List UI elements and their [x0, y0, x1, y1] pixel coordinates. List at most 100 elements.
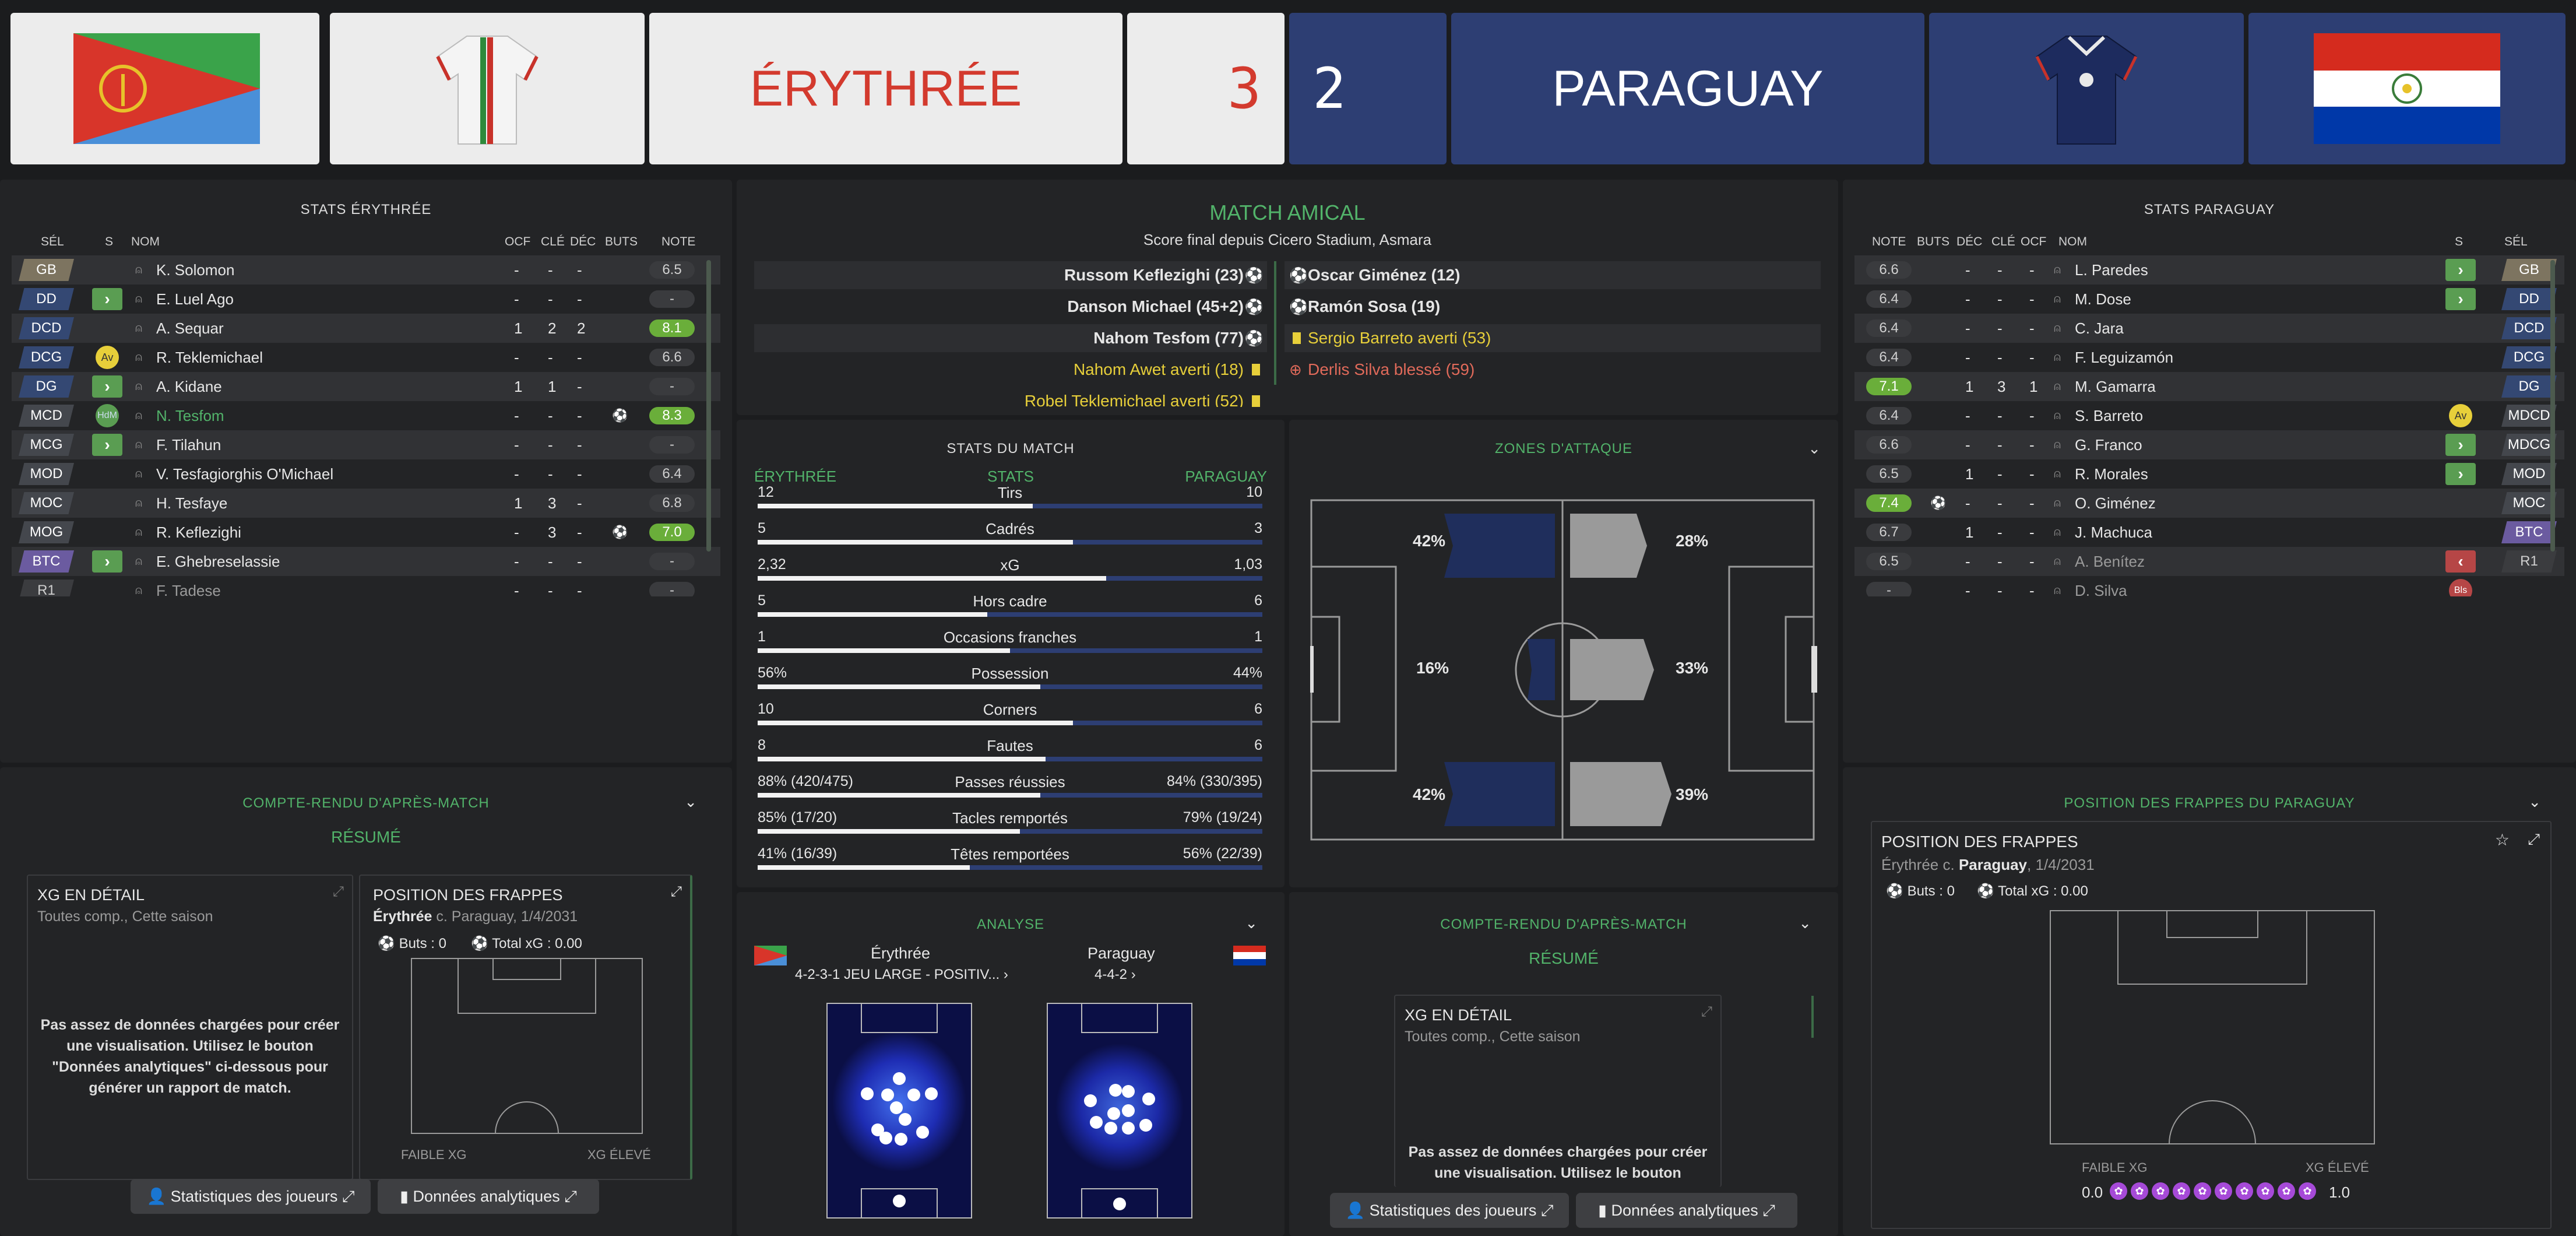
away-score: 2: [1312, 56, 1346, 121]
xg-scale-min: 0.0: [2082, 1184, 2103, 1201]
player-name[interactable]: V. Tesfagiorghis O'Michael: [156, 459, 333, 489]
player-name[interactable]: K. Solomon: [156, 255, 234, 285]
player-stats-button[interactable]: 👤 Statistiques des joueurs ⤢: [131, 1179, 371, 1214]
player-name[interactable]: H. Tesfaye: [156, 489, 227, 518]
away-zone-bottom: 39%: [1676, 785, 1709, 803]
player-name[interactable]: R. Keflezighi: [156, 518, 241, 547]
rating-badge: 8.1: [649, 319, 695, 337]
expand-icon[interactable]: ⤢: [1701, 1004, 1712, 1020]
analytics-data-button[interactable]: ▮ Données analytiques ⤢: [1576, 1193, 1797, 1228]
chevron-down-icon[interactable]: ⌄: [2528, 793, 2541, 811]
table-row[interactable]: MOD ⍝ V. Tesfagiorghis O'Michael - - - 6.4: [12, 459, 720, 489]
table-row[interactable]: GB ⍝ K. Solomon - - - 6.5: [12, 255, 720, 285]
player-name[interactable]: E. Ghebreselassie: [156, 547, 280, 576]
high-xg-label: XG ÉLEVÉ: [2306, 1160, 2369, 1175]
player-name[interactable]: A. Sequar: [156, 314, 224, 343]
player-name[interactable]: O. Giménez: [2075, 489, 2156, 518]
chevron-down-icon[interactable]: ⌄: [684, 793, 697, 811]
player-name[interactable]: E. Luel Ago: [156, 285, 234, 314]
table-row[interactable]: MOC ⍝ H. Tesfaye 1 3 - 6.8: [12, 489, 720, 518]
star-icon[interactable]: ☆: [2495, 830, 2510, 849]
yellow-card-icon: [1252, 395, 1260, 407]
table-row[interactable]: DD › ⍝ E. Luel Ago - - - -: [12, 285, 720, 314]
home-list-scrollbar[interactable]: [706, 260, 711, 552]
expand-icon[interactable]: ⤢: [671, 884, 682, 900]
stat-label: Tirs: [997, 484, 1023, 501]
ocf-value: -: [2029, 261, 2035, 279]
player-name[interactable]: M. Dose: [2075, 285, 2131, 314]
position-badge: DG: [19, 375, 74, 398]
player-name[interactable]: R. Teklemichael: [156, 343, 263, 372]
dec-value: -: [1965, 319, 1970, 337]
table-row[interactable]: DCG Av ⍝ R. Teklemichael - - - 6.6: [12, 343, 720, 372]
table-row[interactable]: 6.7 1 - - ⍝ J. Machuca BTC: [1854, 518, 2564, 547]
player-name[interactable]: D. Silva: [2075, 576, 2127, 596]
chevron-down-icon[interactable]: ⌄: [1245, 914, 1258, 932]
away-name-panel: PARAGUAY: [1451, 13, 1924, 164]
player-stats-button[interactable]: 👤 Statistiques des joueurs ⤢: [1330, 1193, 1569, 1228]
table-row[interactable]: BTC › ⍝ E. Ghebreselassie - - - -: [12, 547, 720, 576]
table-row[interactable]: MCD HdM ⍝ N. Tesfom - - - ⚽ 8.3: [12, 401, 720, 430]
away-shirt-icon: [2035, 36, 2138, 145]
chevron-down-icon[interactable]: ⌄: [1808, 440, 1821, 458]
ocf-value: -: [514, 553, 519, 570]
player-name[interactable]: M. Gamarra: [2075, 372, 2156, 401]
table-row[interactable]: - - - - ⍝ D. Silva Bls: [1854, 576, 2564, 596]
player-name[interactable]: A. Benítez: [2075, 547, 2145, 576]
player-name[interactable]: R. Morales: [2075, 459, 2148, 489]
xg-title: XG EN DÉTAIL: [37, 886, 145, 904]
player-name[interactable]: G. Franco: [2075, 430, 2142, 459]
dec-value: -: [1965, 407, 1970, 424]
player-name[interactable]: C. Jara: [2075, 314, 2124, 343]
table-row[interactable]: DG › ⍝ A. Kidane 1 1 - -: [12, 372, 720, 401]
rating-badge: 6.8: [649, 494, 695, 512]
player-name[interactable]: F. Tadese: [156, 576, 221, 596]
home-team-name: ÉRYTHRÉE: [749, 61, 1022, 117]
home-zone-top: 42%: [1413, 532, 1446, 550]
expand-icon[interactable]: ⤢: [2528, 830, 2540, 849]
dec-value: 1: [1965, 378, 1974, 395]
table-row[interactable]: DCD ⍝ A. Sequar 1 2 2 8.1: [12, 314, 720, 343]
expand-icon[interactable]: ⤢: [333, 884, 344, 900]
analytics-data-button[interactable]: ▮ Données analytiques ⤢: [378, 1179, 599, 1214]
report-left-tab[interactable]: RÉSUMÉ: [0, 828, 732, 847]
home-goal-1: Russom Keflezighi (23) ⚽: [754, 261, 1267, 289]
analysis-home-formation[interactable]: 4-2-3-1 JEU LARGE - POSITIV... ›: [795, 967, 1008, 983]
table-row[interactable]: 6.4 - - - ⍝ C. Jara DCD: [1854, 314, 2564, 343]
player-name[interactable]: L. Paredes: [2075, 255, 2148, 285]
table-row[interactable]: 6.5 - - - ⍝ A. Benítez ‹ R1: [1854, 547, 2564, 576]
player-name[interactable]: F. Tilahun: [156, 430, 221, 459]
report-mid-tab[interactable]: RÉSUMÉ: [1289, 949, 1838, 968]
player-name[interactable]: J. Machuca: [2075, 518, 2152, 547]
away-goal-2: ⚽ Ramón Sosa (19): [1285, 293, 1821, 321]
yellow-card-icon: [1293, 332, 1301, 344]
person-icon: ⍝: [2054, 322, 2061, 335]
table-row[interactable]: 6.4 - - - ⍝ M. Dose › DD: [1854, 285, 2564, 314]
player-name[interactable]: F. Leguizamón: [2075, 343, 2173, 372]
stat-label: Cadrés: [986, 520, 1034, 538]
stat-away-value: 6: [1254, 737, 1262, 753]
dec-value: -: [577, 407, 582, 424]
away-list-scrollbar[interactable]: [2550, 260, 2555, 552]
position-badge: GB: [19, 259, 74, 281]
player-name[interactable]: A. Kidane: [156, 372, 222, 401]
analysis-away-formation[interactable]: 4-4-2 ›: [1095, 967, 1136, 983]
table-row[interactable]: 7.4 ⚽ - - - ⍝ O. Giménez MOC: [1854, 489, 2564, 518]
table-row[interactable]: 6.4 - - - ⍝ S. Barreto Av MDCD: [1854, 401, 2564, 430]
table-row[interactable]: 6.5 1 - - ⍝ R. Morales › MOD: [1854, 459, 2564, 489]
stat-away-bar: [1040, 793, 1262, 798]
table-row[interactable]: R1 ⍝ F. Tadese - - - -: [12, 576, 720, 596]
table-row[interactable]: 6.4 - - - ⍝ F. Leguizamón DCG: [1854, 343, 2564, 372]
position-badge: MOC: [19, 492, 74, 514]
table-row[interactable]: 6.6 - - - ⍝ G. Franco › MDCG: [1854, 430, 2564, 459]
cle-value: -: [548, 582, 553, 596]
table-row[interactable]: MOG ⍝ R. Keflezighi - 3 - ⚽ 7.0: [12, 518, 720, 547]
chevron-down-icon[interactable]: ⌄: [1799, 914, 1811, 932]
table-row[interactable]: MCG › ⍝ F. Tilahun - - - -: [12, 430, 720, 459]
player-name[interactable]: N. Tesfom: [156, 401, 224, 430]
player-name[interactable]: S. Barreto: [2075, 401, 2143, 430]
table-row[interactable]: 6.6 - - - ⍝ L. Paredes › GB: [1854, 255, 2564, 285]
xg-scale-dot: ✿: [2194, 1182, 2211, 1200]
table-row[interactable]: 7.1 1 3 1 ⍝ M. Gamarra DG: [1854, 372, 2564, 401]
stat-home-bar: [758, 540, 1073, 545]
